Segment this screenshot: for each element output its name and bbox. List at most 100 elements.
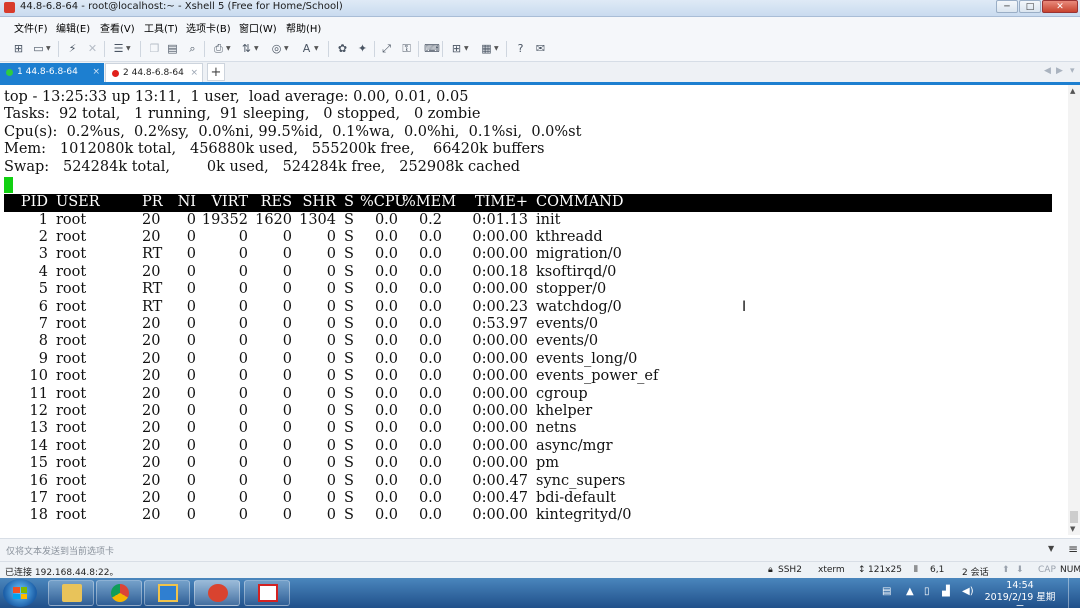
cell-s: S [344,228,354,245]
toolbar-separator [204,41,205,57]
start-button[interactable] [3,579,37,607]
terminal-scrollbar[interactable]: ▲ ▼ [1068,85,1080,535]
xftp-icon[interactable]: ✦ [356,42,369,55]
find-icon[interactable]: ⌕ [186,42,199,55]
menu-window[interactable]: 窗口(W) [239,20,277,35]
tab-scroll-right-icon[interactable]: ▶ [1056,66,1063,76]
show-desktop-button[interactable] [1068,578,1080,608]
reconnect-icon[interactable]: ⚡ [66,42,79,55]
cell-ni: 0 [186,385,196,402]
terminal-output[interactable]: top - 13:25:33 up 13:11, 1 user, load av… [0,85,1068,535]
tab-session-1[interactable]: 1 44.8-6.8-64 × [0,63,104,82]
cell-ni: 0 [186,455,196,472]
script-icon[interactable]: ✿ [336,42,349,55]
close-tab-icon[interactable]: × [190,64,198,83]
menu-tabs[interactable]: 选项卡(B) [186,20,231,35]
taskbar-chrome[interactable] [96,580,142,606]
keyboard-tray-icon[interactable]: ▤ [882,586,891,597]
chat-icon[interactable]: ✉ [534,42,547,55]
maximize-button[interactable]: □ [1019,0,1041,13]
close-tab-icon[interactable]: × [92,63,100,82]
lock-icon[interactable]: ⚿ [400,42,413,55]
cell-time: 0:00.00 [472,246,528,263]
swap-line: Swap: 524284k total, 0k used, 524284k fr… [4,158,521,175]
tab-label: 1 44.8-6.8-64 [17,67,78,77]
tab-menu-icon[interactable]: ▾ [1070,66,1075,76]
scrollbar-thumb[interactable] [1070,511,1078,523]
menu-help[interactable]: 帮助(H) [286,20,321,35]
help-icon[interactable]: ? [514,42,527,55]
compose-menu-icon[interactable]: ≡ [1068,542,1078,556]
network-icon[interactable]: ▟ [942,586,950,597]
taskbar-xshell[interactable] [194,580,240,606]
taskbar-app[interactable] [144,580,190,606]
cell-time: 0:00.00 [472,385,528,402]
cell-virt: 0 [238,263,248,280]
tab-session-2[interactable]: 2 44.8-6.8-64 × [105,63,203,82]
copy-icon[interactable]: ❐ [148,42,161,55]
cell-cmd: init [536,211,561,228]
cell-virt: 0 [238,368,248,385]
num-lock-indicator: NUM [1060,565,1080,575]
cell-pid: 6 [38,298,48,315]
print-icon[interactable]: ⎙ ▼ [212,42,231,55]
compose-dropdown-icon[interactable]: ▼ [1048,544,1054,553]
cell-mem: 0.0 [418,472,442,489]
cell-s: S [344,333,354,350]
globe-icon[interactable]: ◎ ▼ [270,42,289,55]
toolbar: ⊞ ▭ ▼ ⚡ ✕ ☰ ▼ ❐ ▤ ⌕ ⎙ ▼ ⇅ ▼ ◎ ▼ A ▼ ✿ ✦ ⤢ ⚿ ⌨ … [0,37,1080,62]
open-folder-icon[interactable]: ▭ ▼ [32,42,50,55]
cell-mem: 0.0 [418,298,442,315]
paste-icon[interactable]: ▤ [166,42,179,55]
cell-mem: 0.0 [418,402,442,419]
taskbar-clock[interactable]: 14:54 2019/2/19 星期二 [984,580,1056,616]
transfer-icon[interactable]: ⇅ ▼ [240,42,259,55]
cell-s: S [344,402,354,419]
menu-tools[interactable]: 工具(T) [144,20,178,35]
cell-mem: 0.0 [418,281,442,298]
cell-virt: 0 [238,350,248,367]
scroll-up-icon[interactable]: ▲ [1070,87,1075,95]
disconnect-icon[interactable]: ✕ [86,42,99,55]
menu-view[interactable]: 查看(V) [100,20,135,35]
new-session-icon[interactable]: ⊞ [12,42,25,55]
tab-scroll-left-icon[interactable]: ◀ [1044,66,1051,76]
cell-pid: 9 [38,350,48,367]
cell-res: 0 [282,228,292,245]
cell-virt: 0 [238,455,248,472]
show-hidden-icons[interactable]: ▲ [906,586,914,597]
cell-cmd: sync_supers [536,472,626,489]
device-tray-icon[interactable]: ▯ [924,586,930,597]
compose-bar[interactable]: 仅将文本发送到当前选项卡 ▼ ≡ [0,538,1080,561]
process-row: 3 root RT 0 0 0 0 S 0.0 0.0 0:00.00 migration/0 [4,246,1044,263]
menu-bar: 文件(F) 编辑(E) 查看(V) 工具(T) 选项卡(B) 窗口(W) 帮助(… [0,17,1080,37]
fullscreen-icon[interactable]: ⤢ [380,42,393,55]
properties-icon[interactable]: ☰ ▼ [112,42,131,55]
compose-placeholder: 仅将文本发送到当前选项卡 [6,547,115,557]
cell-virt: 0 [238,281,248,298]
font-icon[interactable]: A ▼ [300,42,319,55]
layout-icon[interactable]: ▦ ▼ [480,42,498,55]
windows-taskbar: ▤ ▲ ▯ ▟ ◀) 14:54 2019/2/19 星期二 [0,578,1080,615]
minimize-button[interactable]: ─ [996,0,1018,13]
cell-user: root [56,228,87,245]
cell-virt: 0 [238,333,248,350]
col-command: COMMAND [536,194,624,210]
menu-file[interactable]: 文件(F) [14,20,48,35]
scroll-down-icon[interactable]: ▼ [1070,525,1075,533]
close-window-button[interactable]: ✕ [1042,0,1078,13]
taskbar-explorer[interactable] [48,580,94,606]
keyboard-icon[interactable]: ⌨ [424,42,440,55]
add-tab-icon[interactable]: ⊞ ▼ [450,42,469,55]
upload-icon: ⬆ [1002,565,1010,575]
cell-mem: 0.0 [418,228,442,245]
volume-icon[interactable]: ◀) [962,586,974,597]
col-time: TIME+ [475,194,528,210]
new-tab-button[interactable]: + [207,63,225,81]
cell-time: 0:00.00 [472,437,528,454]
menu-edit[interactable]: 编辑(E) [56,20,90,35]
cell-virt: 19352 [201,211,248,228]
cell-res: 0 [282,472,292,489]
taskbar-pdf[interactable] [244,580,290,606]
cell-shr: 0 [326,507,336,524]
